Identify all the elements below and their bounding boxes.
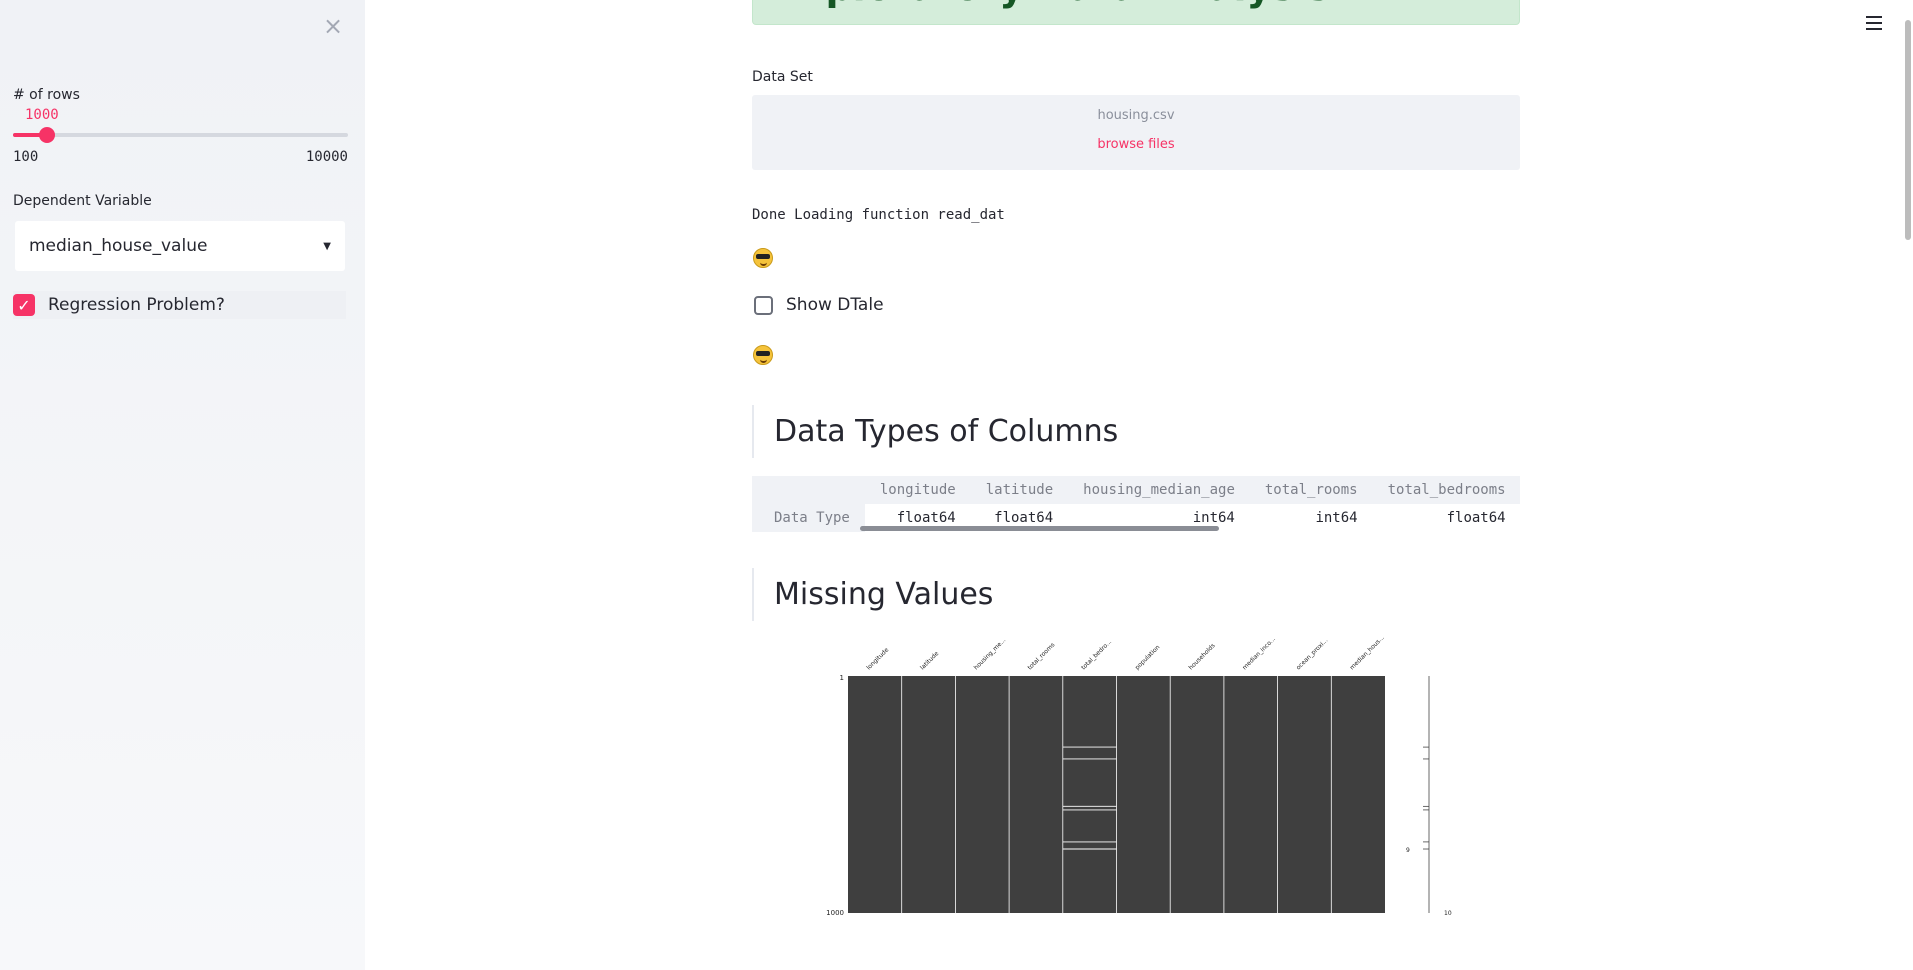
table-horizontal-scrollbar[interactable]: [860, 526, 1219, 531]
table-header-row: longitude latitude housing_median_age to…: [752, 476, 1520, 504]
data-types-table[interactable]: longitude latitude housing_median_age to…: [752, 476, 1520, 532]
data-types-heading: Data Types of Columns: [752, 405, 1118, 458]
rows-slider-min: 100: [13, 149, 39, 165]
uploaded-filename: housing.csv: [1097, 108, 1175, 123]
rows-slider-label: # of rows: [13, 87, 80, 103]
matrix-column-label: latitude: [919, 650, 940, 671]
close-sidebar-icon[interactable]: ×: [323, 12, 343, 40]
status-text: Done Loading function read_dat: [752, 207, 1005, 223]
matrix-column-label: median_hous...: [1349, 634, 1386, 671]
table-corner: [752, 476, 865, 504]
rows-slider-value: 1000: [25, 107, 59, 123]
table-header-cell: housing_median_age: [1068, 476, 1250, 504]
matrix-y-bottom-label: 1000: [826, 909, 844, 917]
regression-checkbox-label: Regression Problem?: [48, 295, 225, 315]
matrix-column-label: ocean_proxi...: [1295, 637, 1330, 672]
table-header-cell: longitude: [864, 476, 971, 504]
sidebar: × # of rows 1000 100 10000 Dependent Var…: [0, 0, 365, 970]
sunglasses-emoji-icon: [753, 248, 773, 268]
rows-slider-thumb[interactable]: [38, 127, 55, 143]
sparkline-mid-label: 9: [1406, 847, 1410, 854]
missing-values-chart: longitude latitude housing_me... total_room…: [826, 634, 1452, 917]
sunglasses-emoji-icon: [753, 345, 773, 365]
matrix-column-label: longitude: [865, 646, 890, 671]
table-header-cell: total_bedrooms: [1372, 476, 1520, 504]
caret-down-icon: ▼: [323, 240, 331, 252]
table-row-label: Data Type: [752, 504, 865, 532]
regression-checkbox[interactable]: ✓ Regression Problem?: [13, 291, 346, 319]
dataset-label: Data Set: [752, 69, 813, 85]
matrix-column-label: housing_me...: [973, 637, 1008, 672]
page-vertical-scrollbar[interactable]: [1905, 20, 1911, 240]
rows-slider[interactable]: [13, 127, 348, 143]
table-header-cell: total_rooms: [1249, 476, 1373, 504]
dependent-variable-value: median_house_value: [29, 236, 208, 256]
checkbox-checked-icon[interactable]: ✓: [13, 294, 35, 316]
matrix-column-label: total_bedro...: [1080, 638, 1113, 671]
rows-slider-max: 10000: [305, 149, 348, 165]
missing-values-heading: Missing Values: [752, 568, 993, 621]
matrix-y-top-label: 1: [840, 674, 844, 682]
show-dtale-label: Show DTale: [786, 295, 884, 315]
page-title: Exploratory Data Analysis: [775, 0, 1330, 9]
matrix-column-label: total_rooms: [1026, 641, 1056, 671]
checkbox-unchecked-icon[interactable]: [754, 295, 773, 315]
table-header-cell: latitude: [970, 476, 1069, 504]
dependent-variable-label: Dependent Variable: [13, 193, 152, 209]
table-cell: float64: [1446, 510, 1506, 526]
matrix-column-label: median_inco...: [1241, 636, 1277, 672]
browse-files-button[interactable]: browse files: [752, 137, 1520, 152]
table-cell: int64: [1315, 510, 1358, 526]
hamburger-menu-icon[interactable]: [1866, 16, 1882, 34]
matrix-column-label: population: [1134, 644, 1162, 672]
title-banner: Exploratory Data Analysis: [752, 0, 1520, 25]
file-uploader[interactable]: housing.csv browse files: [752, 95, 1520, 170]
dependent-variable-select[interactable]: median_house_value ▼: [15, 221, 345, 271]
sparkline-right-label: 10: [1444, 910, 1452, 917]
show-dtale-checkbox[interactable]: Show DTale: [754, 292, 884, 318]
matrix-column-label: households: [1188, 642, 1217, 671]
